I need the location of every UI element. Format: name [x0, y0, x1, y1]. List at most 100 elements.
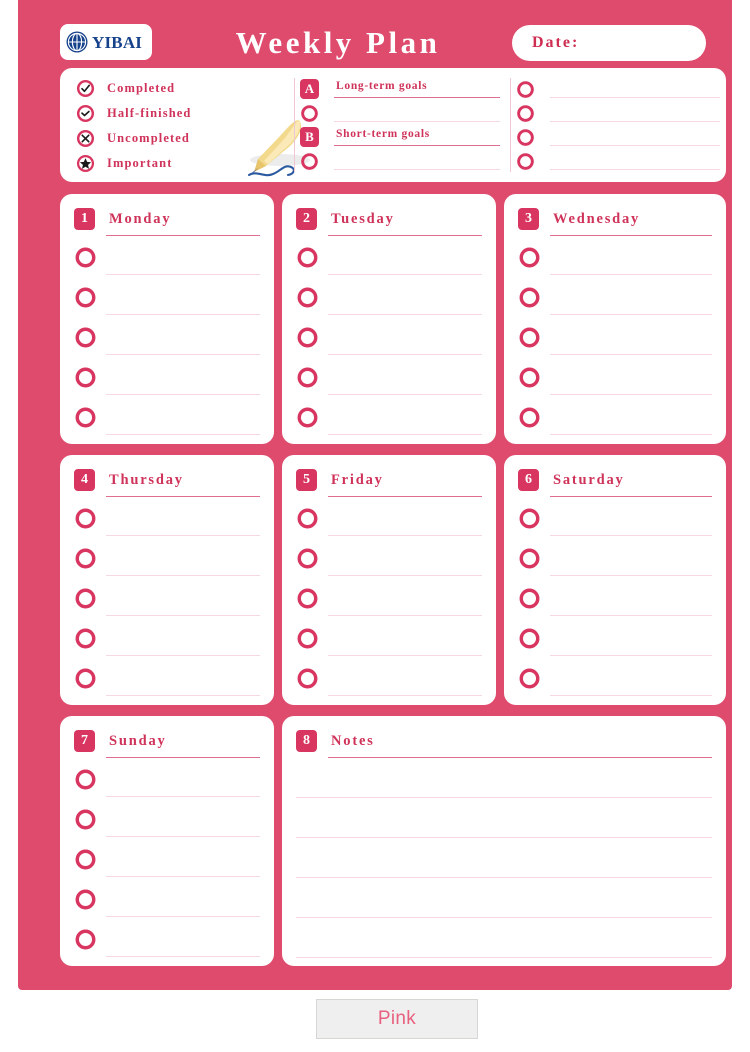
notes-line[interactable]: [296, 802, 712, 842]
blank-entry-row[interactable]: [516, 78, 720, 102]
ring-icon[interactable]: [296, 547, 319, 570]
ring-icon[interactable]: [74, 326, 97, 349]
ring-icon[interactable]: [296, 667, 319, 690]
task-row[interactable]: [74, 320, 260, 360]
ring-icon[interactable]: [518, 547, 541, 570]
task-row[interactable]: [74, 360, 260, 400]
task-row[interactable]: [518, 280, 712, 320]
ring-icon[interactable]: [296, 366, 319, 389]
task-row[interactable]: [518, 661, 712, 701]
ring-icon[interactable]: [296, 627, 319, 650]
ring-icon[interactable]: [518, 587, 541, 610]
task-row[interactable]: [518, 621, 712, 661]
task-row[interactable]: [518, 541, 712, 581]
task-row[interactable]: [518, 240, 712, 280]
task-row[interactable]: [74, 240, 260, 280]
task-row[interactable]: [74, 541, 260, 581]
task-row[interactable]: [518, 400, 712, 440]
task-row[interactable]: [74, 280, 260, 320]
task-row[interactable]: [74, 621, 260, 661]
ring-icon[interactable]: [74, 406, 97, 429]
task-row[interactable]: [518, 581, 712, 621]
task-row[interactable]: [296, 400, 482, 440]
ring-icon[interactable]: [74, 667, 97, 690]
notes-line[interactable]: [296, 882, 712, 922]
task-row[interactable]: [296, 360, 482, 400]
ring-icon[interactable]: [74, 808, 97, 831]
ring-icon[interactable]: [296, 246, 319, 269]
ring-icon[interactable]: [518, 366, 541, 389]
panel-divider: [294, 78, 295, 172]
ring-icon[interactable]: [518, 667, 541, 690]
ring-icon[interactable]: [296, 507, 319, 530]
task-row[interactable]: [296, 581, 482, 621]
task-row[interactable]: [74, 842, 260, 882]
day-number-badge: 6: [518, 469, 539, 491]
task-row[interactable]: [74, 922, 260, 962]
task-row[interactable]: [296, 541, 482, 581]
ring-icon[interactable]: [74, 246, 97, 269]
task-row[interactable]: [518, 501, 712, 541]
ring-icon[interactable]: [74, 366, 97, 389]
task-row[interactable]: [296, 240, 482, 280]
ring-icon[interactable]: [516, 104, 535, 123]
blank-entry-row[interactable]: [516, 126, 720, 150]
ring-icon[interactable]: [518, 507, 541, 530]
task-row[interactable]: [74, 882, 260, 922]
task-row[interactable]: [296, 280, 482, 320]
goal-entry[interactable]: [334, 150, 500, 174]
ring-icon[interactable]: [74, 848, 97, 871]
ring-icon[interactable]: [74, 587, 97, 610]
task-row[interactable]: [296, 621, 482, 661]
task-row[interactable]: [74, 762, 260, 802]
ring-icon[interactable]: [518, 326, 541, 349]
task-row[interactable]: [296, 320, 482, 360]
task-rule: [106, 314, 260, 315]
ring-icon[interactable]: [296, 286, 319, 309]
blank-entry-row[interactable]: [516, 102, 720, 126]
task-row[interactable]: [74, 802, 260, 842]
date-label: Date:: [532, 34, 580, 51]
ring-icon[interactable]: [518, 286, 541, 309]
blank-entry-row[interactable]: [516, 150, 720, 174]
ring-icon[interactable]: [296, 326, 319, 349]
ring-icon[interactable]: [74, 547, 97, 570]
ring-icon[interactable]: [300, 104, 319, 123]
ring-icon[interactable]: [74, 627, 97, 650]
ring-icon[interactable]: [74, 286, 97, 309]
goal-entry[interactable]: Long-term goals: [334, 78, 500, 102]
task-row[interactable]: [74, 661, 260, 701]
date-field[interactable]: Date:: [512, 25, 706, 61]
task-row[interactable]: [518, 320, 712, 360]
notes-line[interactable]: [296, 842, 712, 882]
task-rule: [106, 695, 260, 696]
task-row[interactable]: [296, 661, 482, 701]
ring-icon[interactable]: [516, 128, 535, 147]
goal-entry[interactable]: Short-term goals: [334, 126, 500, 150]
ring-icon[interactable]: [300, 152, 319, 171]
task-row[interactable]: [296, 501, 482, 541]
ring-icon[interactable]: [296, 587, 319, 610]
task-rule: [328, 354, 482, 355]
notes-line[interactable]: [296, 922, 712, 962]
task-rule: [550, 434, 712, 435]
ring-icon[interactable]: [74, 507, 97, 530]
ring-icon[interactable]: [74, 768, 97, 791]
ring-icon[interactable]: [518, 627, 541, 650]
notes-line[interactable]: [296, 962, 712, 1002]
task-row[interactable]: [518, 360, 712, 400]
ring-icon[interactable]: [516, 152, 535, 171]
notes-line[interactable]: [296, 762, 712, 802]
goal-entry[interactable]: [334, 102, 500, 126]
ring-icon[interactable]: [296, 406, 319, 429]
task-row[interactable]: [74, 400, 260, 440]
ring-icon[interactable]: [74, 928, 97, 951]
ring-icon[interactable]: [516, 80, 535, 99]
ring-icon[interactable]: [518, 246, 541, 269]
ring-icon[interactable]: [518, 406, 541, 429]
goal-badge-a: A: [300, 79, 319, 99]
ring-icon[interactable]: [74, 888, 97, 911]
color-swatch-button[interactable]: Pink: [316, 999, 478, 1039]
task-row[interactable]: [74, 581, 260, 621]
task-row[interactable]: [74, 501, 260, 541]
